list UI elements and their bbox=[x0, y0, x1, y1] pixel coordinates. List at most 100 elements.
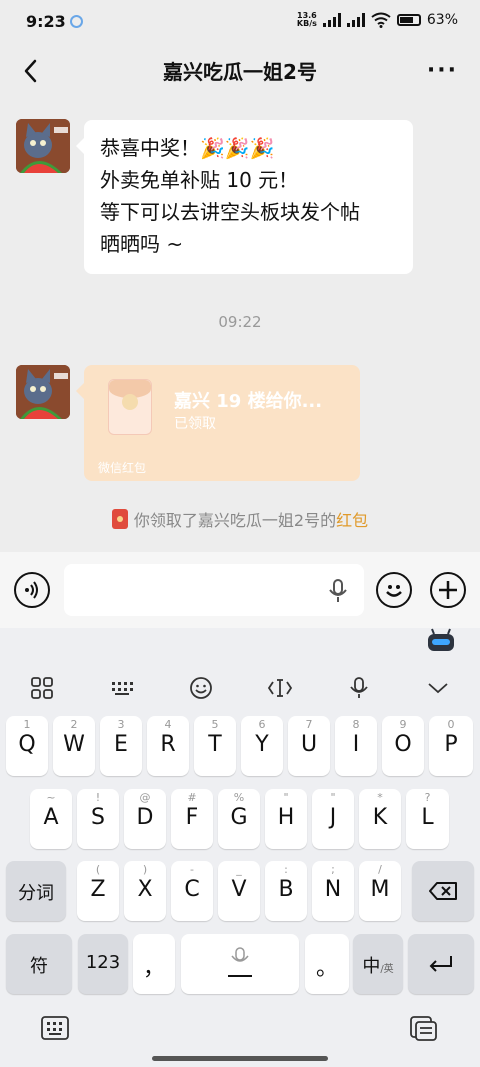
red-packet-card[interactable]: 嘉兴 19 楼给你... 已领取 微信红包 bbox=[76, 365, 360, 481]
key-h-sub: " bbox=[283, 791, 289, 804]
comma-key[interactable]: ， bbox=[133, 934, 175, 994]
voice-mode-button[interactable] bbox=[14, 572, 50, 608]
space-key[interactable] bbox=[181, 934, 299, 994]
collapse-keyboard-icon[interactable] bbox=[424, 674, 452, 702]
ime-assistant-icon[interactable] bbox=[426, 628, 456, 652]
voice-waves-icon bbox=[25, 581, 38, 599]
key-n[interactable]: ; N bbox=[312, 861, 354, 921]
key-q[interactable]: 1Q bbox=[6, 716, 48, 776]
numbers-label: 123 bbox=[85, 952, 121, 973]
message-bubble[interactable]: 恭喜中奖！🎉🎉🎉 外卖免单补贴 10 元！ 等下可以去讲空头板块发个帖 晒晒吗 … bbox=[76, 120, 413, 274]
key-e[interactable]: 3E bbox=[100, 716, 142, 776]
symbols-label: 符 bbox=[30, 956, 48, 977]
red-packet-footer: 微信红包 bbox=[98, 461, 147, 475]
red-packet-title: 嘉兴 19 楼给你... bbox=[174, 391, 323, 412]
key-i-sub: 8 bbox=[352, 718, 360, 731]
key-r-sub: 4 bbox=[164, 718, 172, 731]
key-n-sub: ; bbox=[331, 863, 335, 876]
key-k-label: K bbox=[372, 805, 388, 830]
space-mic-icon bbox=[228, 947, 252, 977]
message-input[interactable] bbox=[64, 564, 364, 616]
key-h-label: H bbox=[277, 805, 295, 830]
clipboard-icon[interactable] bbox=[410, 1016, 438, 1042]
key-l-sub: ? bbox=[424, 791, 431, 804]
fenci-key[interactable]: 分词 bbox=[6, 861, 66, 921]
enter-key[interactable] bbox=[408, 934, 474, 994]
key-u[interactable]: 7U bbox=[288, 716, 330, 776]
key-i[interactable]: 8I bbox=[335, 716, 377, 776]
key-o[interactable]: 9O bbox=[382, 716, 424, 776]
key-y-label: Y bbox=[255, 732, 269, 757]
key-s-label: S bbox=[91, 805, 105, 830]
key-w[interactable]: 2W bbox=[53, 716, 95, 776]
backspace-key[interactable] bbox=[412, 861, 474, 921]
app-notification-icon bbox=[70, 15, 83, 28]
key-z[interactable]: (Z bbox=[77, 861, 119, 921]
key-p[interactable]: 0P bbox=[429, 716, 473, 776]
signal-icon-2 bbox=[346, 13, 365, 27]
system-notice: 你领取了嘉兴吃瓜一姐2号的 红包 bbox=[0, 507, 480, 531]
key-l[interactable]: ? L bbox=[406, 789, 449, 849]
key-g[interactable]: % G bbox=[218, 789, 260, 849]
key-d-sub: @ bbox=[139, 791, 151, 804]
cursor-edit-icon[interactable] bbox=[266, 674, 294, 702]
key-s[interactable]: ! S bbox=[77, 789, 119, 849]
key-x[interactable]: ) X bbox=[124, 861, 166, 921]
avatar[interactable] bbox=[16, 365, 70, 419]
keyboard-layout-icon[interactable] bbox=[108, 674, 136, 702]
key-n-label: N bbox=[324, 877, 342, 902]
key-j-label: J bbox=[329, 805, 337, 830]
key-o-label: O bbox=[394, 732, 412, 757]
key-f[interactable]: # F bbox=[171, 789, 213, 849]
key-b[interactable]: :B bbox=[265, 861, 307, 921]
key-x-label: X bbox=[137, 877, 153, 902]
key-v-sub: _ bbox=[236, 863, 242, 876]
period-key[interactable]: 。 bbox=[305, 934, 349, 994]
symbols-key[interactable]: 符 bbox=[6, 934, 72, 994]
key-v[interactable]: _ V bbox=[218, 861, 260, 921]
key-c[interactable]: -C bbox=[171, 861, 213, 921]
key-w-label: W bbox=[63, 732, 85, 757]
key-k[interactable]: * K bbox=[359, 789, 401, 849]
key-t[interactable]: 5T bbox=[194, 716, 236, 776]
language-switch-key[interactable]: 中/英 bbox=[353, 934, 403, 994]
avatar[interactable] bbox=[16, 119, 70, 173]
key-c-label: C bbox=[184, 877, 200, 902]
key-r[interactable]: 4R bbox=[147, 716, 189, 776]
smile-icon bbox=[386, 585, 402, 597]
more-options-button[interactable]: ··· bbox=[427, 58, 458, 83]
key-y-sub: 6 bbox=[258, 718, 266, 731]
key-u-sub: 7 bbox=[305, 718, 313, 731]
more-functions-button[interactable] bbox=[430, 572, 466, 608]
key-b-label: B bbox=[278, 877, 294, 902]
emoji-keyboard-icon[interactable] bbox=[187, 674, 215, 702]
key-t-sub: 5 bbox=[211, 718, 219, 731]
key-a[interactable]: ~ A bbox=[30, 789, 72, 849]
key-y[interactable]: 6Y bbox=[241, 716, 283, 776]
status-indicators: 13.6 KB/s 63% bbox=[297, 12, 458, 28]
home-indicator[interactable] bbox=[152, 1056, 328, 1061]
key-m[interactable]: / M bbox=[359, 861, 401, 921]
enter-icon bbox=[429, 956, 452, 972]
emoji-button[interactable] bbox=[376, 572, 412, 608]
backspace-icon bbox=[429, 882, 457, 900]
message-timestamp: 09:22 bbox=[218, 313, 262, 331]
notice-red-packet-link[interactable]: 红包 bbox=[336, 507, 368, 531]
keyboard-switch-icon[interactable] bbox=[41, 1016, 69, 1040]
key-i-label: I bbox=[352, 732, 360, 757]
chat-input-bar bbox=[0, 552, 480, 628]
voice-input-icon[interactable] bbox=[345, 674, 373, 702]
key-j[interactable]: " J bbox=[312, 789, 354, 849]
key-b-sub: : bbox=[284, 863, 288, 876]
key-h[interactable]: " H bbox=[265, 789, 307, 849]
key-f-label: F bbox=[185, 805, 199, 830]
key-u-label: U bbox=[300, 732, 318, 757]
key-g-sub: % bbox=[233, 791, 245, 804]
red-packet-icon bbox=[108, 379, 152, 435]
microphone-icon[interactable] bbox=[326, 578, 350, 604]
apps-grid-icon[interactable] bbox=[28, 674, 56, 702]
key-x-sub: ) bbox=[142, 863, 148, 876]
numbers-key[interactable]: 123 bbox=[78, 934, 128, 994]
key-e-label: E bbox=[114, 732, 128, 757]
key-d[interactable]: @ D bbox=[124, 789, 166, 849]
